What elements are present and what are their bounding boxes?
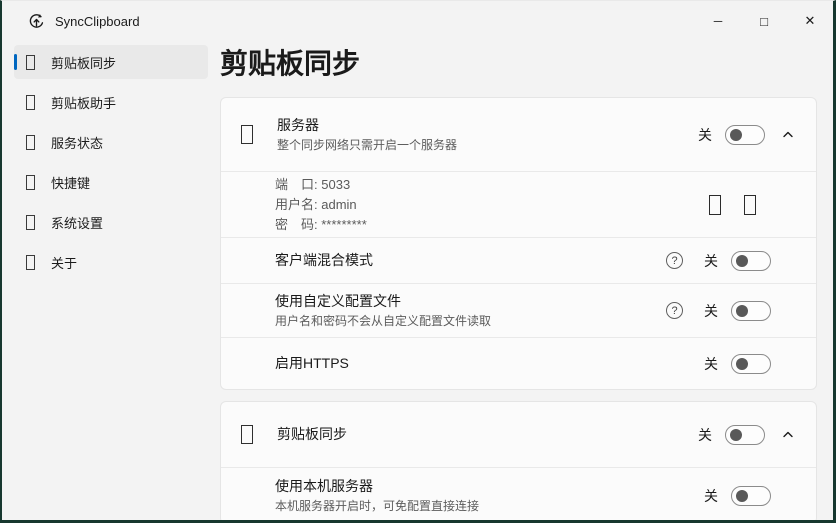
sidebar-item-service-status[interactable]: 服务状态 (14, 125, 208, 159)
help-icon[interactable]: ? (666, 302, 683, 319)
sync-app-icon (28, 13, 45, 30)
clipboard-sync-title: 剪贴板同步 (277, 425, 698, 444)
sidebar-icon-clipboard-assistant (26, 95, 35, 110)
client-mixed-mode-title: 客户端混合模式 (275, 251, 666, 270)
sidebar-item-label: 系统设置 (51, 213, 103, 232)
server-card: 服务器 整个同步网络只需开启一个服务器 关 端 (220, 97, 817, 390)
toggle-knob (736, 358, 748, 370)
enable-https-title: 启用HTTPS (275, 354, 704, 373)
chevron-up-icon[interactable] (782, 129, 794, 141)
close-button[interactable]: ✕ (787, 1, 833, 41)
sidebar-icon-clipboard-sync (26, 55, 35, 70)
page-title: 剪贴板同步 (220, 46, 817, 82)
title-bar: SyncClipboard ─ □ ✕ (2, 1, 833, 41)
minimize-button[interactable]: ─ (695, 1, 741, 41)
server-icon (241, 125, 253, 144)
clipboard-sync-toggle-state-label: 关 (698, 425, 712, 445)
toggle-state-label: 关 (704, 301, 718, 321)
help-icon[interactable]: ? (666, 252, 683, 269)
server-connection-details: 端 口: 5033 用户名: admin 密 码: ********* (221, 171, 816, 237)
port-label: 端 口: (275, 177, 318, 192)
app-identity: SyncClipboard (2, 13, 140, 30)
sidebar-icon-hotkeys (26, 175, 35, 190)
port-line: 端 口: 5033 (275, 175, 709, 195)
custom-config-title: 使用自定义配置文件 (275, 292, 666, 311)
maximize-button[interactable]: □ (741, 1, 787, 41)
use-local-server-toggle[interactable] (731, 486, 771, 506)
password-value: ********* (321, 217, 367, 232)
username-value: admin (321, 197, 356, 212)
server-toggle-state-label: 关 (698, 125, 712, 145)
sidebar-icon-about (26, 255, 35, 270)
custom-config-toggle[interactable] (731, 301, 771, 321)
port-value: 5033 (321, 177, 350, 192)
app-title: SyncClipboard (55, 14, 140, 29)
use-local-server-title: 使用本机服务器 (275, 477, 704, 496)
toggle-knob (736, 305, 748, 317)
server-toggle[interactable] (725, 125, 765, 145)
server-title: 服务器 (277, 116, 698, 135)
password-label: 密 码: (275, 217, 318, 232)
username-label: 用户名: (275, 197, 318, 212)
toggle-knob (730, 129, 742, 141)
sidebar-item-clipboard-sync[interactable]: 剪贴板同步 (14, 45, 208, 79)
client-mixed-mode-toggle[interactable] (731, 251, 771, 271)
sidebar-item-label: 服务状态 (51, 133, 103, 152)
server-subtitle: 整个同步网络只需开启一个服务器 (277, 137, 698, 153)
toggle-state-label: 关 (704, 486, 718, 506)
toggle-knob (736, 255, 748, 267)
toggle-knob (736, 490, 748, 502)
use-local-server-subtitle: 本机服务器开启时，可免配置直接连接 (275, 498, 704, 514)
clipboard-sync-toggle[interactable] (725, 425, 765, 445)
chevron-up-icon[interactable] (782, 429, 794, 441)
sidebar-item-hotkeys[interactable]: 快捷键 (14, 165, 208, 199)
clipboard-sync-card: 剪贴板同步 关 使用本机服务器 本机服务器开启时，可免配置直接连接 (220, 401, 817, 520)
use-local-server-row: 使用本机服务器 本机服务器开启时，可免配置直接连接 关 (221, 467, 816, 520)
sidebar-item-system-settings[interactable]: 系统设置 (14, 205, 208, 239)
toggle-state-label: 关 (704, 354, 718, 374)
detail-action-icon-2[interactable] (744, 195, 756, 215)
toggle-state-label: 关 (704, 251, 718, 271)
password-line: 密 码: ********* (275, 215, 709, 235)
sidebar-item-label: 剪贴板助手 (51, 93, 116, 112)
clipboard-sync-icon (241, 425, 253, 444)
custom-config-subtitle: 用户名和密码不会从自定义配置文件读取 (275, 313, 666, 329)
enable-https-row: 启用HTTPS 关 (221, 337, 816, 389)
sidebar-item-clipboard-assistant[interactable]: 剪贴板助手 (14, 85, 208, 119)
sidebar-icon-service-status (26, 135, 35, 150)
clipboard-sync-expander-header[interactable]: 剪贴板同步 关 (221, 402, 816, 467)
main-content: 剪贴板同步 服务器 整个同步网络只需开启一个服务器 关 (220, 41, 833, 520)
sidebar-item-about[interactable]: 关于 (14, 245, 208, 279)
toggle-knob (730, 429, 742, 441)
window-controls: ─ □ ✕ (695, 1, 833, 41)
sidebar-item-label: 剪贴板同步 (51, 53, 116, 72)
enable-https-toggle[interactable] (731, 354, 771, 374)
app-window: SyncClipboard ─ □ ✕ 剪贴板同步 剪贴板助手 服务状态 (0, 0, 836, 523)
sidebar-item-label: 快捷键 (51, 173, 90, 192)
server-expander-header[interactable]: 服务器 整个同步网络只需开启一个服务器 关 (221, 98, 816, 171)
detail-action-icon-1[interactable] (709, 195, 721, 215)
username-line: 用户名: admin (275, 195, 709, 215)
sidebar: 剪贴板同步 剪贴板助手 服务状态 快捷键 系统设置 关于 (2, 41, 220, 520)
sidebar-item-label: 关于 (51, 253, 77, 272)
sidebar-icon-system-settings (26, 215, 35, 230)
custom-config-row: 使用自定义配置文件 用户名和密码不会从自定义配置文件读取 ? 关 (221, 283, 816, 337)
client-mixed-mode-row: 客户端混合模式 ? 关 (221, 237, 816, 283)
